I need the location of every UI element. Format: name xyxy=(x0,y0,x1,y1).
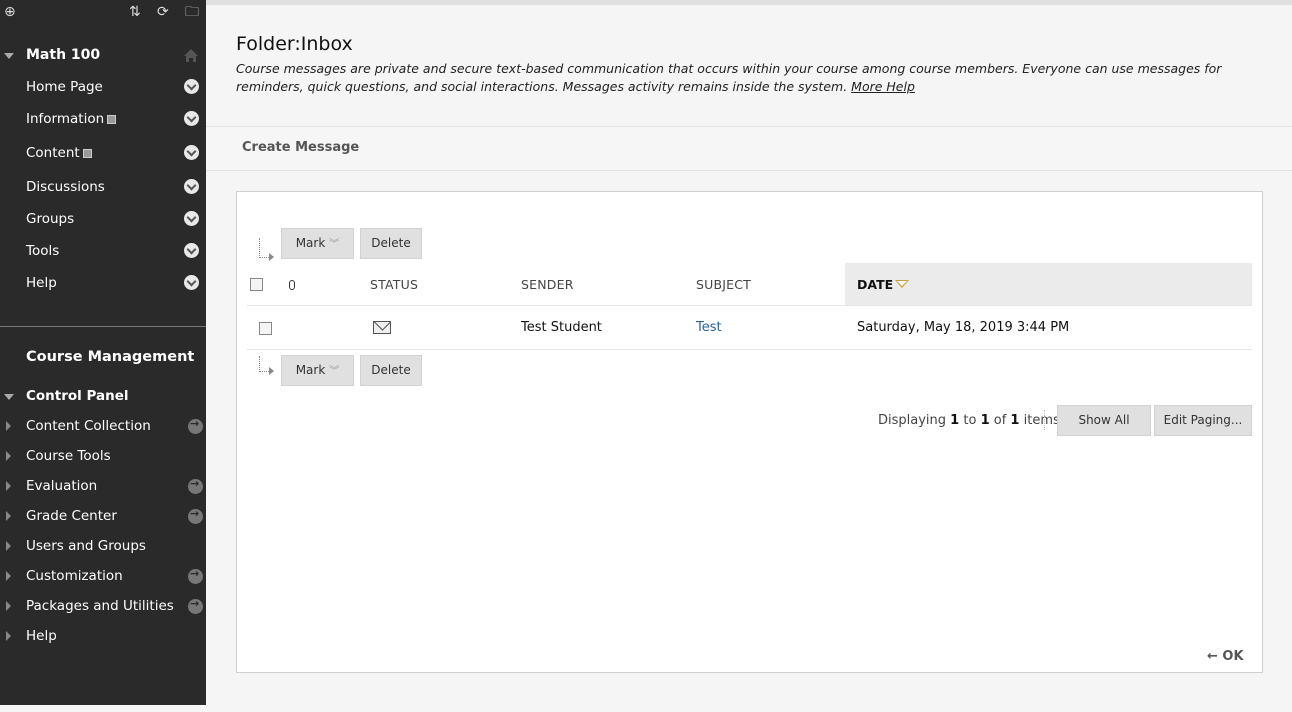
chevron-down-icon[interactable] xyxy=(184,211,199,226)
arrow-right-icon[interactable] xyxy=(188,507,203,524)
chevron-down-icon[interactable] xyxy=(184,145,199,160)
control-panel-item-packages-and-utilities[interactable]: Packages and Utilities xyxy=(26,598,174,614)
show-all-button[interactable]: Show All xyxy=(1057,405,1151,436)
folder-view-icon[interactable]: 🗀 xyxy=(185,4,199,20)
control-panel-title[interactable]: Control Panel xyxy=(26,388,129,404)
expand-icon[interactable] xyxy=(6,451,11,461)
home-icon[interactable] xyxy=(183,48,199,63)
chevron-down-icon[interactable] xyxy=(184,79,199,94)
control-panel-item-content-collection[interactable]: Content Collection xyxy=(26,418,151,434)
expand-icon[interactable] xyxy=(6,511,11,521)
messages-panel: Mark ︾ Delete STATUS SENDER SUBJECT DATE … xyxy=(236,191,1263,673)
bulk-action-bracket-icon xyxy=(259,238,274,261)
course-management-title: Course Management xyxy=(26,349,195,365)
delete-button-bottom[interactable]: Delete xyxy=(360,355,422,386)
expand-icon[interactable] xyxy=(6,571,11,581)
chevron-down-icon[interactable] xyxy=(184,179,199,194)
table-header: STATUS SENDER SUBJECT DATE xyxy=(247,263,1252,306)
message-subject-link[interactable]: Test xyxy=(696,320,722,335)
expand-icon[interactable] xyxy=(6,541,11,551)
chevron-down-icon: ︾ xyxy=(329,366,340,377)
select-all-checkbox[interactable] xyxy=(250,278,263,291)
message-subject-cell: Test xyxy=(696,320,722,335)
action-bar: Create Message xyxy=(206,126,1292,171)
control-panel-item-evaluation[interactable]: Evaluation xyxy=(26,478,97,494)
content-area-icon xyxy=(107,115,117,124)
refresh-icon[interactable]: ⟳ xyxy=(157,4,169,20)
unread-mail-icon xyxy=(373,321,391,334)
top-bar xyxy=(206,0,1292,5)
page-title: Folder:Inbox xyxy=(236,33,353,55)
table-row: Test Student Test Saturday, May 18, 2019… xyxy=(247,306,1252,350)
sidebar-item-information[interactable]: Information xyxy=(26,111,117,127)
content-area-icon xyxy=(82,149,92,158)
column-header-sender[interactable]: SENDER xyxy=(521,277,574,292)
row-checkbox[interactable] xyxy=(259,322,272,335)
sidebar-item-groups[interactable]: Groups xyxy=(26,211,74,227)
arrow-right-icon[interactable] xyxy=(188,597,203,614)
sidebar-item-help[interactable]: Help xyxy=(26,275,57,291)
message-sender: Test Student xyxy=(521,320,602,335)
control-panel-item-grade-center[interactable]: Grade Center xyxy=(26,508,117,524)
chevron-down-icon[interactable] xyxy=(184,111,199,126)
sort-descending-icon xyxy=(895,280,909,288)
course-title[interactable]: Math 100 xyxy=(26,47,100,63)
description-text: Course messages are private and secure t… xyxy=(236,61,1222,94)
control-panel-item-help[interactable]: Help xyxy=(26,628,57,644)
arrow-right-icon[interactable] xyxy=(188,477,203,494)
chevron-down-icon[interactable] xyxy=(184,275,199,290)
mark-button[interactable]: Mark ︾ xyxy=(281,228,354,259)
more-help-link[interactable]: More Help xyxy=(851,79,915,94)
bulk-action-bracket-icon xyxy=(259,356,274,375)
sidebar-toolbar: ⊕ ⇅ ⟳ 🗀 xyxy=(0,0,206,26)
collapse-control-panel-icon[interactable] xyxy=(4,394,14,400)
expand-icon[interactable] xyxy=(6,601,11,611)
control-panel-item-customization[interactable]: Customization xyxy=(26,568,123,584)
expand-icon[interactable] xyxy=(6,421,11,431)
column-header-status[interactable]: STATUS xyxy=(370,277,418,292)
sidebar-item-content[interactable]: Content xyxy=(26,145,92,161)
edit-paging-button[interactable]: Edit Paging... xyxy=(1154,405,1252,436)
expand-icon[interactable] xyxy=(6,481,11,491)
mark-button-bottom[interactable]: Mark ︾ xyxy=(281,355,354,386)
sidebar-item-discussions[interactable]: Discussions xyxy=(26,179,105,195)
delete-button[interactable]: Delete xyxy=(360,228,422,259)
sidebar-divider xyxy=(0,326,206,327)
message-date: Saturday, May 18, 2019 3:44 PM xyxy=(857,320,1070,335)
column-header-date[interactable]: DATE xyxy=(845,263,1252,305)
ok-button[interactable]: ← OK xyxy=(1207,649,1244,664)
add-menu-item-icon[interactable]: ⊕ xyxy=(4,4,16,20)
main-content: Folder:Inbox Course messages are private… xyxy=(206,0,1292,712)
sidebar-item-home-page[interactable]: Home Page xyxy=(26,79,103,95)
arrow-right-icon[interactable] xyxy=(188,567,203,584)
column-header-subject[interactable]: SUBJECT xyxy=(696,277,751,292)
reorder-icon[interactable]: ⇅ xyxy=(129,4,141,20)
control-panel-item-users-and-groups[interactable]: Users and Groups xyxy=(26,538,146,554)
chevron-down-icon: ︾ xyxy=(329,239,340,250)
control-panel-item-course-tools[interactable]: Course Tools xyxy=(26,448,111,464)
create-message-button[interactable]: Create Message xyxy=(242,140,359,155)
expand-icon[interactable] xyxy=(6,631,11,641)
collapse-course-menu-icon[interactable] xyxy=(4,53,14,59)
sidebar-item-tools[interactable]: Tools xyxy=(26,243,59,259)
paging-separator xyxy=(1044,410,1045,430)
arrow-right-icon[interactable] xyxy=(188,417,203,434)
page-description: Course messages are private and secure t… xyxy=(236,60,1236,96)
chevron-down-icon[interactable] xyxy=(184,243,199,258)
course-menu-sidebar: ⊕ ⇅ ⟳ 🗀 Math 100 Home Page Information C… xyxy=(0,0,206,705)
attachment-icon xyxy=(289,280,295,290)
paging-info: Displaying 1 to 1 of 1 items xyxy=(878,413,1060,428)
